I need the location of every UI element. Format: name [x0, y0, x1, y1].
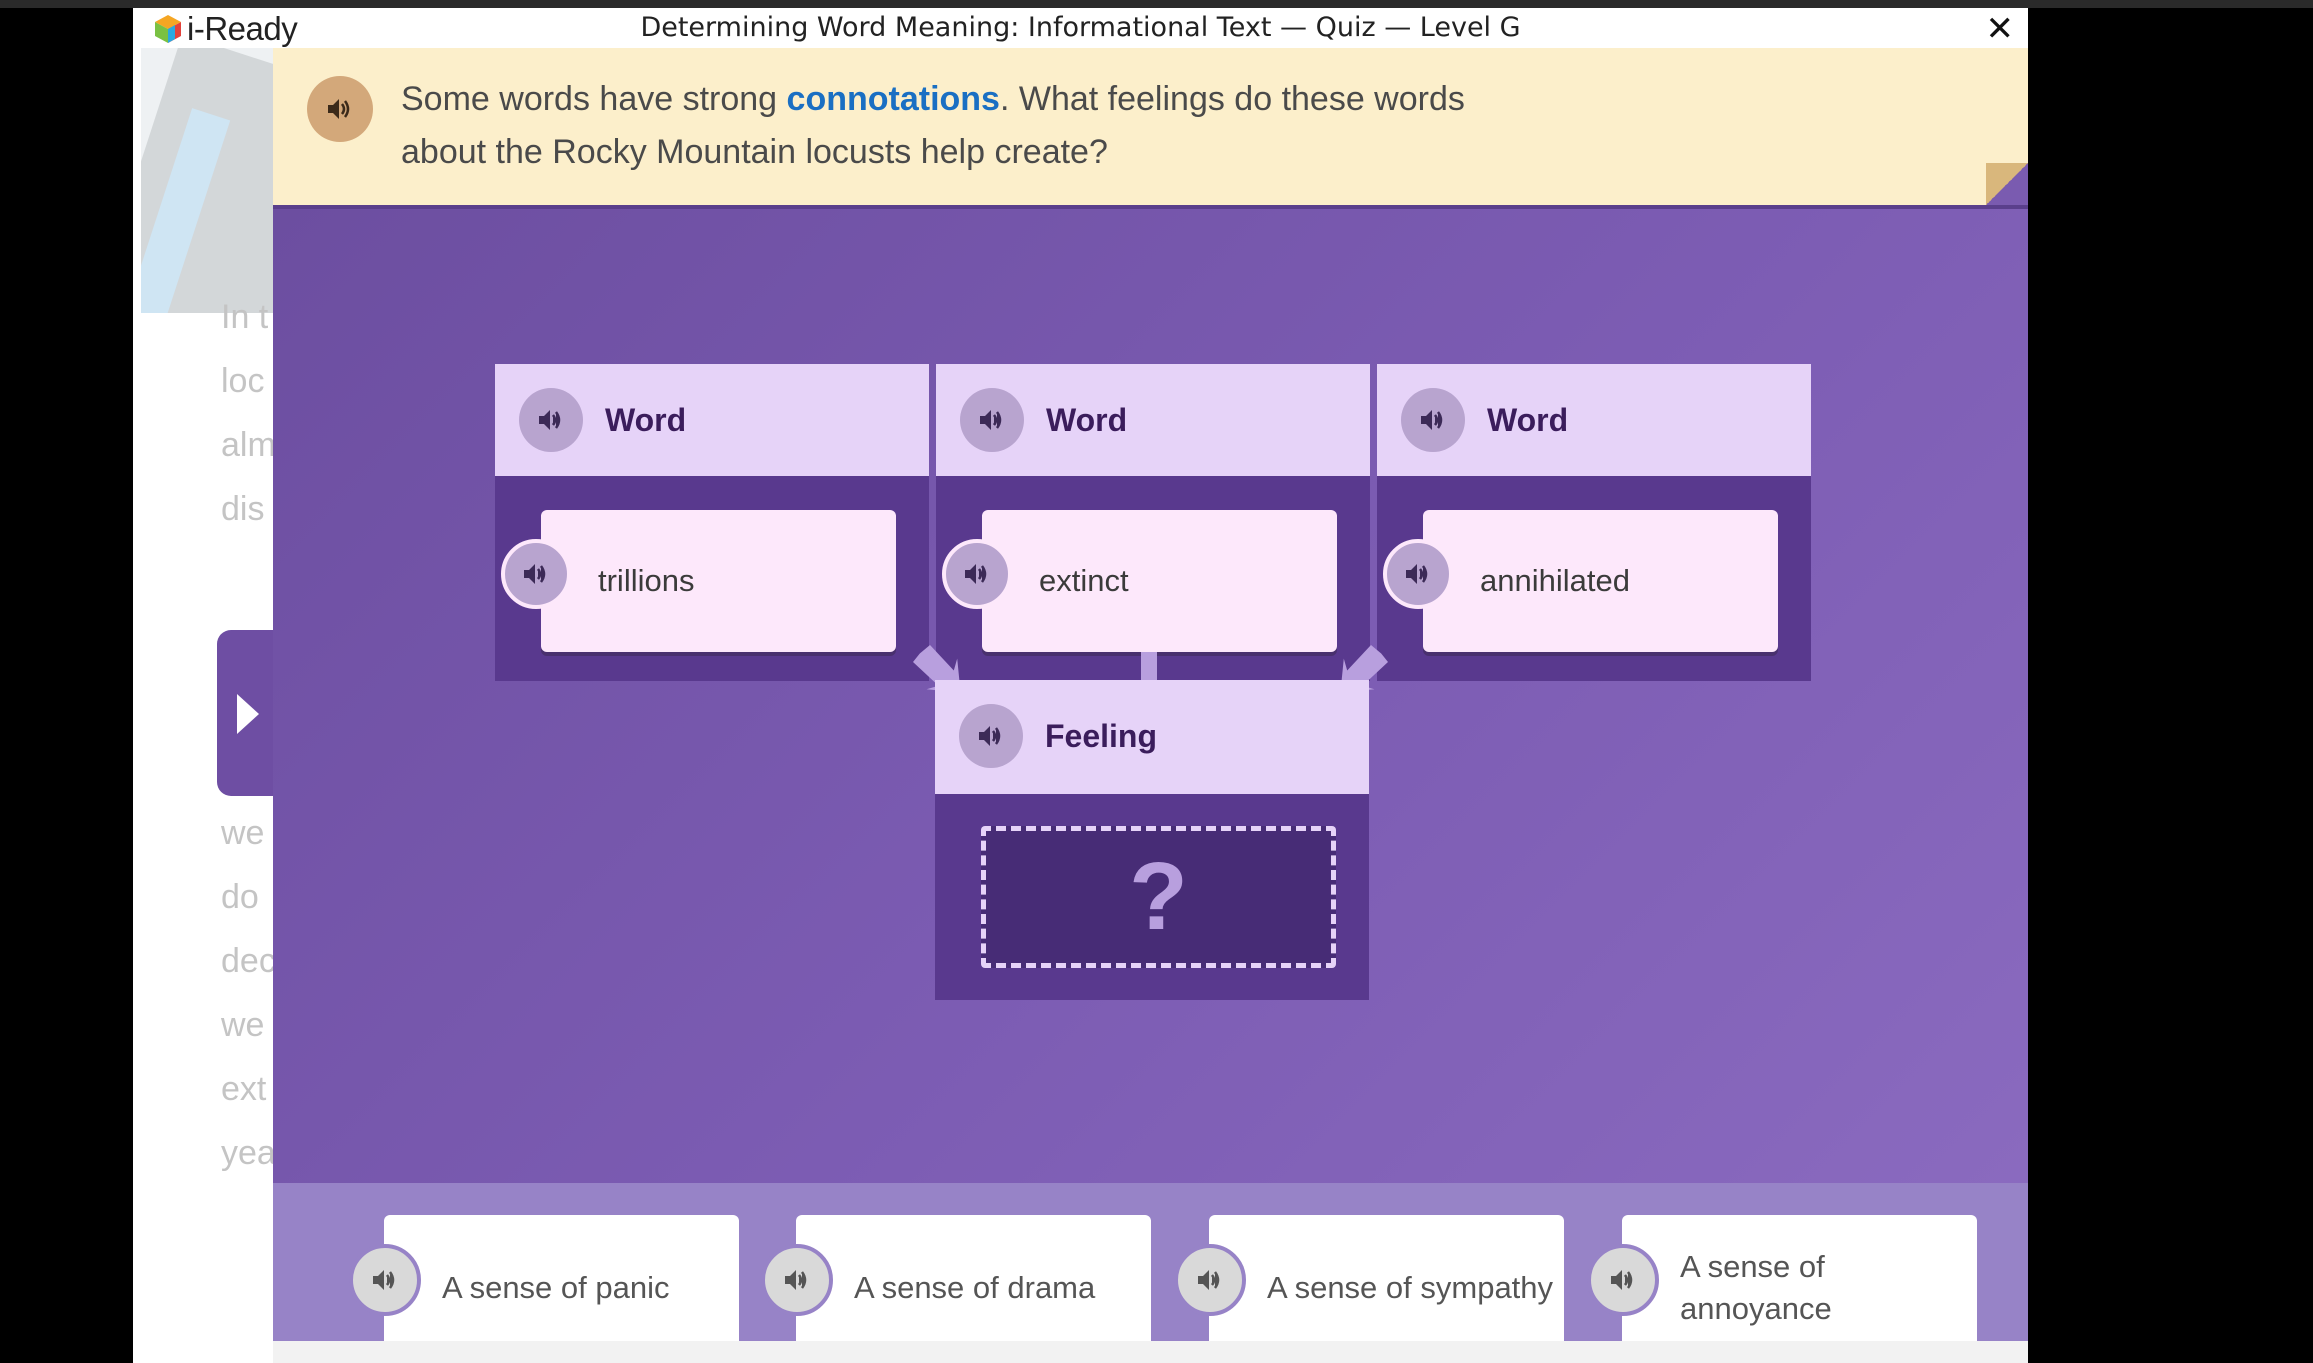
word-column: Word extinct [936, 364, 1370, 681]
feeling-audio-button[interactable] [959, 704, 1023, 768]
word-column: Word annihilated [1377, 364, 1811, 681]
passage-text-fragment: In t [221, 298, 269, 336]
answer-choice[interactable]: A sense of annoyance [1622, 1215, 1977, 1360]
question-banner: Some words have strong connotations. Wha… [273, 48, 2028, 205]
speaker-icon [1406, 564, 1428, 584]
speaker-icon [524, 564, 546, 584]
word-card [982, 510, 1337, 652]
word-card [541, 510, 896, 652]
passage-text-fragment: alm [221, 426, 276, 464]
speaker-icon [980, 410, 1002, 430]
word-audio-button[interactable] [501, 539, 571, 609]
passage-text-fragment: we [221, 1006, 265, 1044]
speaker-icon [328, 99, 350, 119]
answer-audio-button[interactable] [1174, 1244, 1246, 1316]
speaker-icon [785, 1270, 807, 1290]
speaker-icon [539, 410, 561, 430]
answer-label: A sense of annoyance [1680, 1248, 1832, 1326]
passage-text-fragment: dec [221, 942, 276, 980]
window-title: Determining Word Meaning: Informational … [640, 12, 1521, 43]
answer-label: A sense of drama [854, 1269, 1096, 1305]
answer-label: A sense of sympathy [1267, 1269, 1554, 1305]
drop-placeholder: ? [1129, 843, 1188, 950]
passage-map-image [141, 48, 281, 313]
feeling-drop-zone[interactable]: ? [981, 826, 1336, 968]
word-header-label: Word [605, 402, 687, 438]
answer-audio-button[interactable] [761, 1244, 833, 1316]
speaker-icon [1198, 1270, 1220, 1290]
word-header-label: Word [1046, 402, 1128, 438]
triangle-right-icon [237, 694, 259, 734]
banner-fold [1986, 163, 2028, 205]
passage-text-fragment: loc [221, 362, 265, 400]
passage-text-fragment: yea [221, 1134, 276, 1172]
word-header-audio-button[interactable] [960, 388, 1024, 452]
speaker-icon [965, 564, 987, 584]
passage-text-fragment: we [221, 814, 265, 852]
word-audio-button[interactable] [1383, 539, 1453, 609]
word-column: Word trillions [495, 364, 929, 681]
screen-top-strip [0, 0, 2313, 8]
answer-label: A sense of panic [442, 1269, 670, 1305]
answer-choice[interactable]: A sense of sympathy [1209, 1215, 1564, 1360]
speaker-icon [979, 726, 1001, 746]
word-header-label: Word [1487, 402, 1569, 438]
word-header-audio-button[interactable] [519, 388, 583, 452]
answer-tray: A sense of panic A sense of drama A sense … [273, 1183, 2028, 1363]
title-bar: i-Ready Determining Word Meaning: Inform… [133, 8, 2028, 49]
word-text: annihilated [1480, 563, 1630, 598]
answer-audio-button[interactable] [349, 1244, 421, 1316]
word-header: Word [495, 364, 929, 476]
question-text: Some words have strong connotations. Wha… [401, 80, 1465, 171]
speaker-icon [1611, 1270, 1633, 1290]
connotations-link[interactable]: connotations [787, 80, 1000, 118]
word-audio-button[interactable] [942, 539, 1012, 609]
feeling-header: Feeling [935, 680, 1369, 794]
question-audio-button[interactable] [307, 76, 373, 142]
answer-audio-button[interactable] [1587, 1244, 1659, 1316]
activity-panel: Some words have strong connotations. Wha… [273, 48, 2028, 1363]
word-header-audio-button[interactable] [1401, 388, 1465, 452]
speaker-icon [1421, 410, 1443, 430]
passage-text-fragment: dis [221, 490, 265, 528]
feeling-label: Feeling [1045, 718, 1158, 754]
word-header: Word [1377, 364, 1811, 476]
close-icon[interactable]: ✕ [1986, 9, 2015, 49]
app-window: i-Ready Determining Word Meaning: Inform… [133, 8, 2028, 1363]
feeling-column: Feeling ? [935, 680, 1369, 1000]
passage-text-fragment: do [221, 878, 259, 916]
word-text: trillions [598, 563, 695, 598]
word-text: extinct [1039, 563, 1129, 598]
speaker-icon [373, 1270, 395, 1290]
answer-choice[interactable]: A sense of panic [384, 1215, 739, 1360]
answer-choice[interactable]: A sense of drama [796, 1215, 1151, 1360]
passage-text-fragment: ext [221, 1070, 267, 1108]
word-header: Word [936, 364, 1370, 476]
